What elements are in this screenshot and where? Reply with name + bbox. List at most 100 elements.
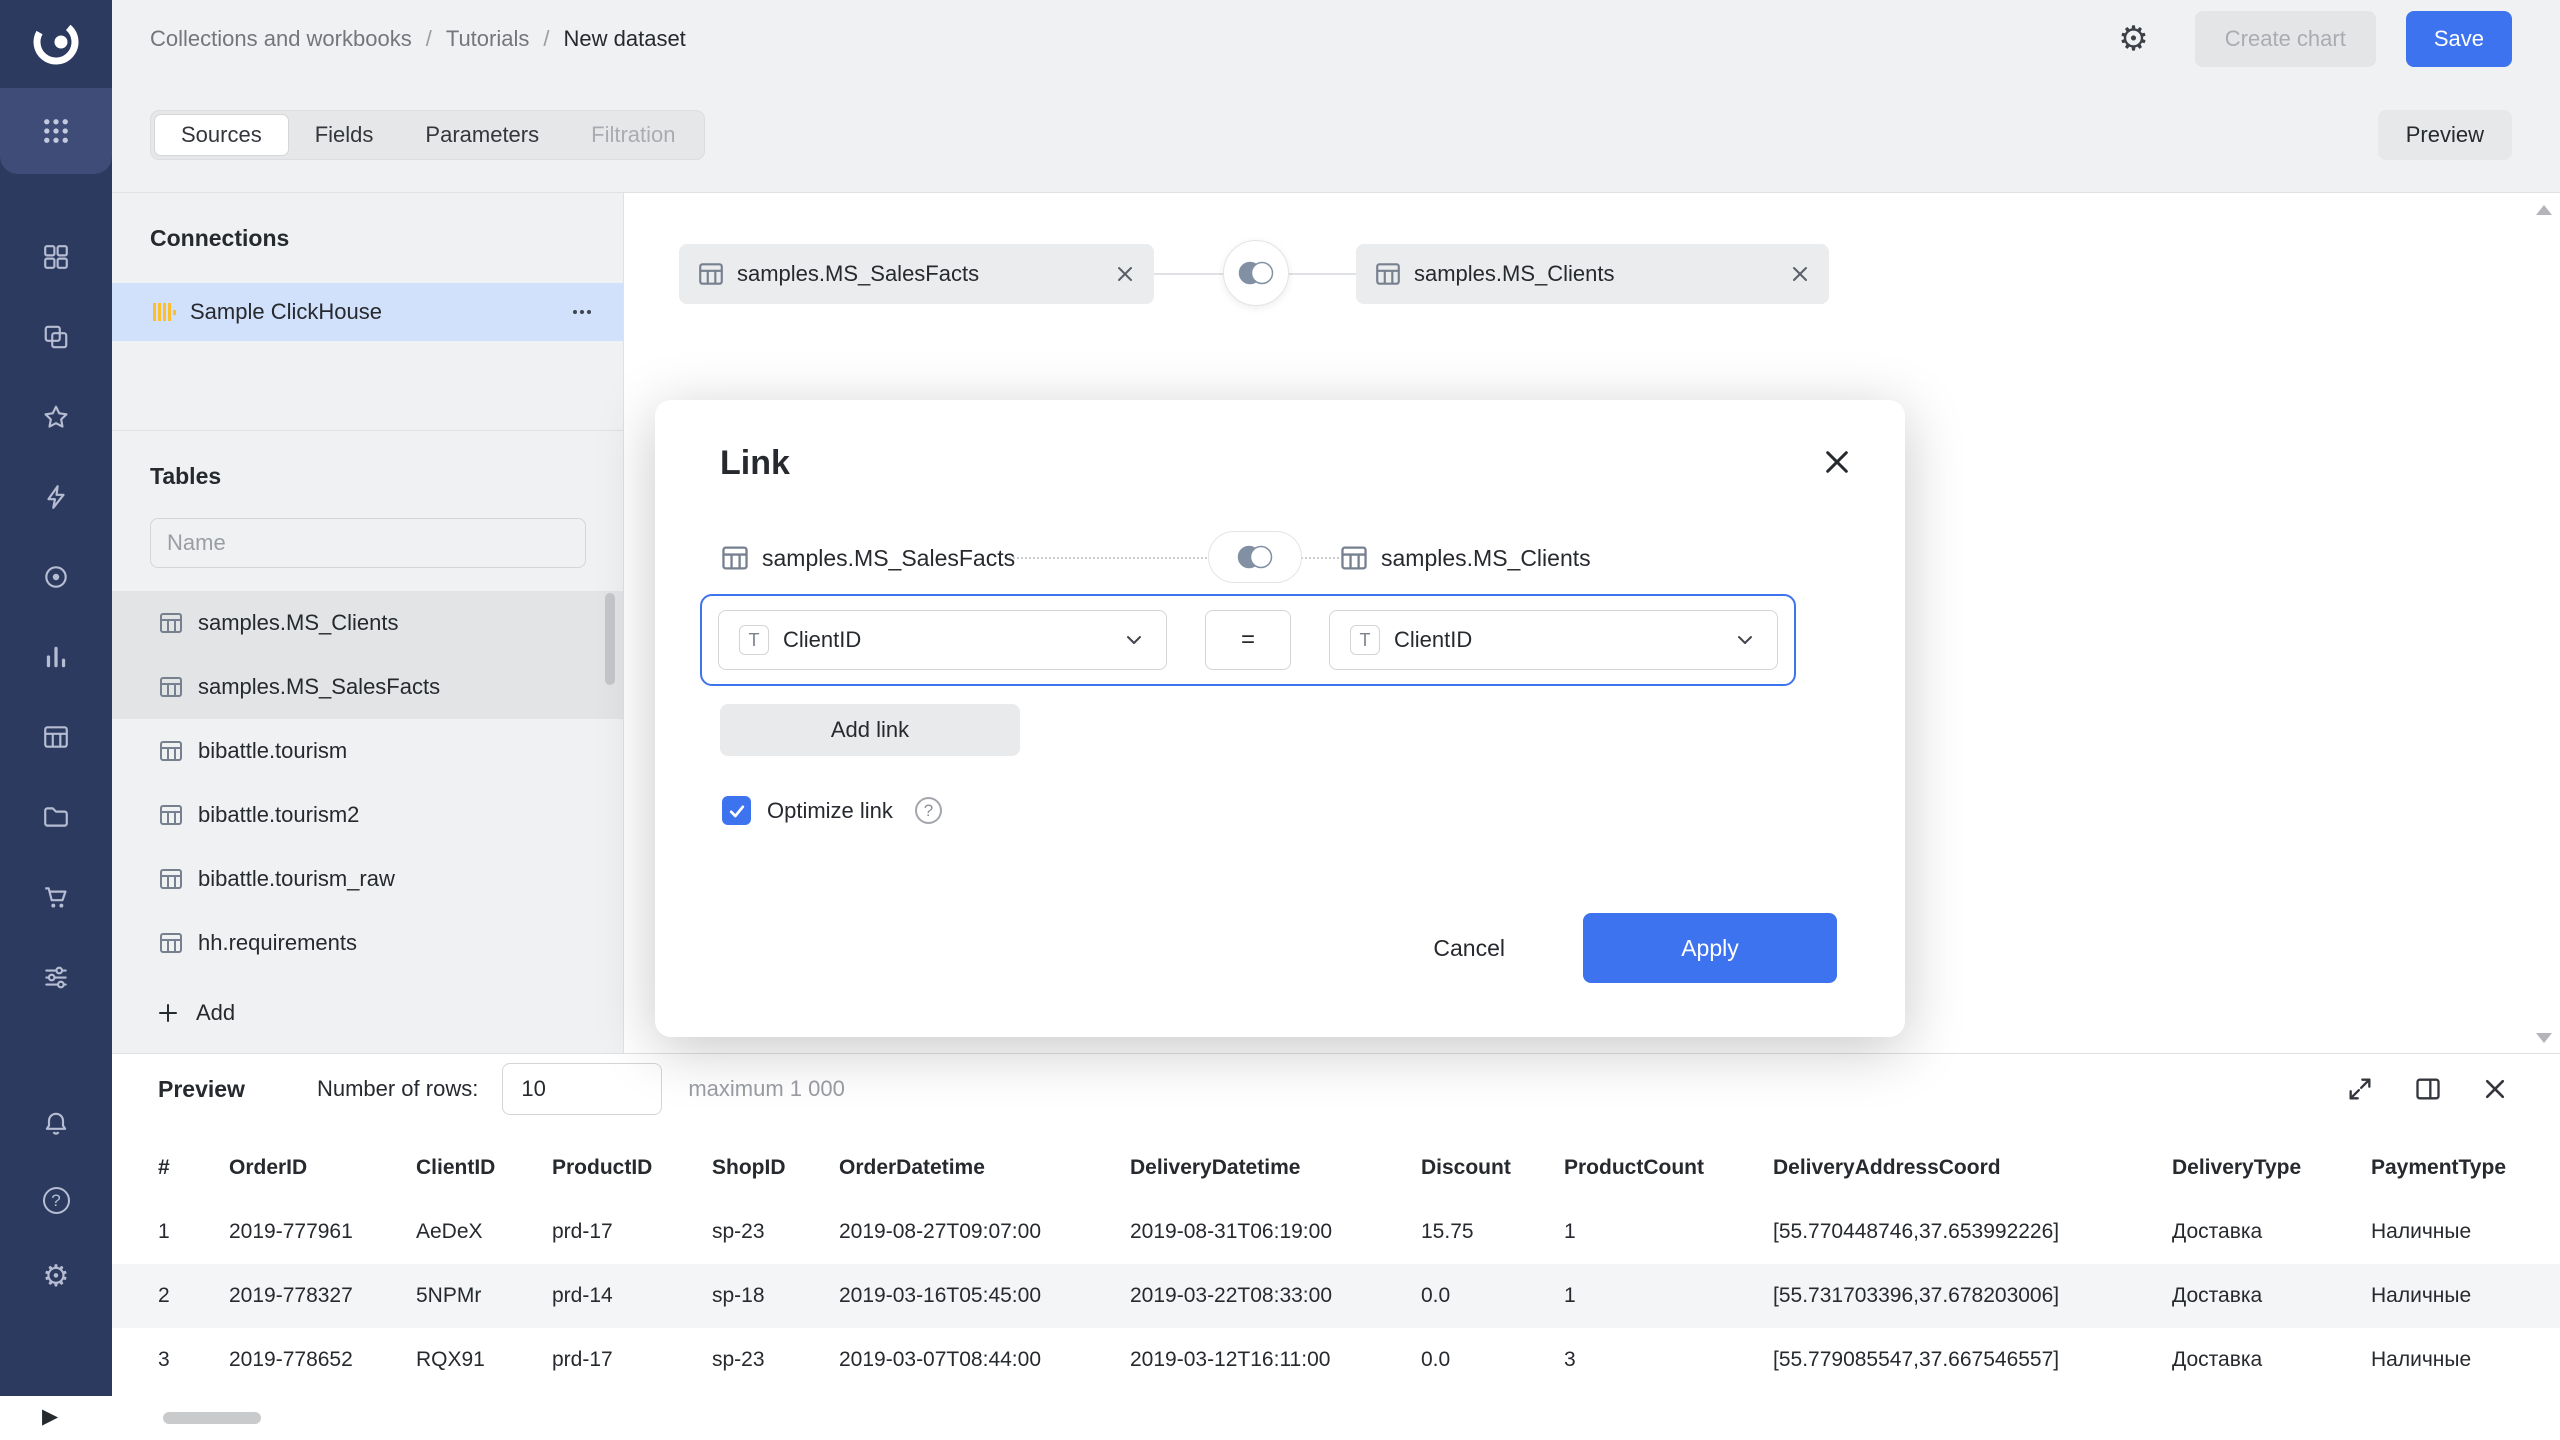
table-icon [158,738,184,764]
optimize-help-icon[interactable]: ? [915,797,942,824]
sidebar-expand-icon[interactable]: ▶ [42,1404,58,1429]
help-icon[interactable]: ? [43,1187,70,1214]
table-icon [158,674,184,700]
tables-heading: Tables [112,463,623,490]
table-item-tourism2[interactable]: bibattle.tourism2 [112,783,623,847]
dashboards-icon[interactable] [41,242,71,272]
app-window: ? ⚙ Collections and workbooks Tutorials … [0,0,2560,1440]
header-actions: ⚙ Create chart Save [2118,11,2512,67]
marketplace-cart-icon[interactable] [41,882,71,912]
left-field-select[interactable]: T ClientID [718,610,1167,670]
close-preview-icon[interactable] [2482,1076,2508,1102]
dialog-tables-row: samples.MS_SalesFacts samples.MS_Clients [720,540,1840,576]
apply-button[interactable]: Apply [1583,913,1837,983]
check-icon [727,801,747,821]
optimize-link-row: Optimize link ? [722,796,942,825]
join-type-button[interactable] [1208,531,1302,583]
collections-icon[interactable] [41,322,71,352]
remove-table-icon[interactable] [1765,265,1809,283]
canvas-scroll-down-icon[interactable] [2536,1033,2552,1043]
breadcrumb-current: New dataset [564,26,686,52]
table-search-input[interactable] [150,518,586,568]
field-type-icon: T [1350,625,1380,655]
create-chart-button[interactable]: Create chart [2195,11,2376,67]
charts-icon[interactable] [41,642,71,672]
services-sliders-icon[interactable] [41,962,71,992]
optimize-link-checkbox[interactable] [722,796,751,825]
dataset-settings-gear-icon[interactable]: ⚙ [2118,22,2148,56]
sidebar: ? ⚙ [0,0,112,1396]
monitoring-icon[interactable] [41,562,71,592]
table-list-scrollbar[interactable] [605,593,615,685]
bottom-strip: ▶ [0,1396,2560,1440]
table-icon [1374,260,1402,288]
datalens-logo-icon[interactable] [26,12,86,72]
breadcrumb-collections[interactable]: Collections and workbooks [150,26,412,52]
settings-gear-icon[interactable]: ⚙ [41,1262,71,1292]
notifications-bell-icon[interactable] [41,1109,71,1139]
favorites-icon[interactable] [41,402,71,432]
horizontal-scrollbar[interactable] [163,1412,261,1424]
preview-header: Preview Number of rows: maximum 1 000 [112,1054,2560,1124]
table-icon [158,866,184,892]
cancel-button[interactable]: Cancel [1411,913,1527,983]
tab-parameters[interactable]: Parameters [399,114,565,156]
breadcrumb-separator [426,26,432,52]
save-button[interactable]: Save [2406,11,2512,67]
sidebar-bottom: ? ⚙ [0,1109,112,1292]
table-icon [158,802,184,828]
link-dialog: Link samples.MS_SalesFacts samples.MS_Cl… [655,400,1905,1037]
table-item-tourism-raw[interactable]: bibattle.tourism_raw [112,847,623,911]
chevron-down-icon [1122,628,1146,652]
table-item-hh-requirements[interactable]: hh.requirements [112,911,623,975]
dialog-title: Link [720,444,790,483]
field-type-icon: T [739,625,769,655]
column-header: OrderDatetime [839,1136,1130,1200]
panel-divider [112,430,623,431]
connection-name: Sample ClickHouse [190,299,382,325]
table-icon [697,260,725,288]
join-type-button[interactable] [1223,240,1289,306]
more-menu-icon[interactable] [569,299,595,325]
dialog-left-table: samples.MS_SalesFacts [720,540,1015,576]
tab-sources[interactable]: Sources [154,114,289,156]
editor-lightning-icon[interactable] [41,482,71,512]
plus-icon [156,1001,180,1025]
remove-table-icon[interactable] [1090,265,1134,283]
preview-actions [2346,1075,2508,1103]
table-item-tourism[interactable]: bibattle.tourism [112,719,623,783]
add-link-button[interactable]: Add link [720,704,1020,756]
preview-toggle-button[interactable]: Preview [2378,110,2512,160]
apps-grid-button[interactable] [0,88,112,174]
storage-folder-icon[interactable] [41,802,71,832]
table-icon [1339,543,1369,573]
canvas-node-salesfacts[interactable]: samples.MS_SalesFacts [679,244,1154,304]
table-header-row: # OrderID ClientID ProductID ShopID Orde… [112,1136,2560,1200]
breadcrumb-tutorials[interactable]: Tutorials [446,26,530,52]
close-dialog-icon[interactable] [1821,446,1853,478]
help-glyph: ? [51,1191,60,1211]
table-item-ms-clients[interactable]: samples.MS_Clients [112,591,623,655]
operator-select[interactable]: = [1205,610,1291,670]
optimize-link-label: Optimize link [767,798,893,824]
right-field-select[interactable]: T ClientID [1329,610,1778,670]
clickhouse-icon [150,299,176,325]
canvas-node-clients[interactable]: samples.MS_Clients [1356,244,1829,304]
tab-filtration[interactable]: Filtration [565,114,701,156]
fullscreen-icon[interactable] [2346,1075,2374,1103]
panel-layout-icon[interactable] [2414,1075,2442,1103]
connections-heading: Connections [112,225,623,252]
preview-table: # OrderID ClientID ProductID ShopID Orde… [112,1136,2560,1392]
table-icon [720,543,750,573]
column-header: DeliveryType [2172,1136,2371,1200]
table-row: 22019-778327 5NPMrprd-14 sp-182019-03-16… [112,1264,2560,1328]
add-table-button[interactable]: Add [112,985,623,1041]
rows-count-input[interactable] [502,1063,662,1115]
preview-panel: Preview Number of rows: maximum 1 000 [112,1053,2560,1396]
sidebar-nav [0,242,112,992]
tab-fields[interactable]: Fields [289,114,400,156]
table-item-ms-salesfacts[interactable]: samples.MS_SalesFacts [112,655,623,719]
connection-item-sample-clickhouse[interactable]: Sample ClickHouse [112,283,623,341]
canvas-scroll-up-icon[interactable] [2536,205,2552,215]
datasets-table-icon[interactable] [41,722,71,752]
